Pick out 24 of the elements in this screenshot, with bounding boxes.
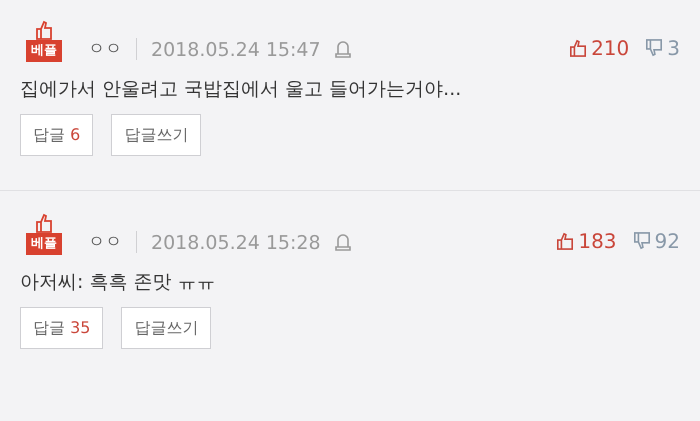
siren-icon[interactable] — [334, 40, 351, 58]
thumbs-up-icon[interactable] — [556, 232, 574, 250]
thumbs-up-icon[interactable] — [569, 39, 588, 57]
thumbs-up-icon — [34, 20, 54, 40]
author-name: ㅇㅇ — [88, 231, 122, 253]
like-count: 210 — [591, 36, 630, 60]
comment-text: 집에가서 안울려고 국밥집에서 울고 들어가는거야... — [20, 77, 462, 102]
comment-text: 아저씨: 흑흑 존맛 ㅠㅠ — [20, 270, 217, 295]
thumbs-down-icon[interactable] — [632, 232, 651, 250]
siren-icon[interactable] — [334, 233, 351, 251]
author-name: ㅇㅇ — [88, 38, 122, 60]
thumbs-up-icon — [34, 213, 54, 233]
thumbs-down-icon[interactable] — [645, 39, 664, 57]
dislike-count: 92 — [654, 229, 680, 253]
comment-date: 2018.05.24 15:47 — [151, 39, 321, 61]
dislike-count: 3 — [667, 36, 680, 60]
write-reply-button[interactable]: 답글쓰기 — [121, 307, 212, 349]
replies-button[interactable]: 답글 6 — [20, 114, 94, 156]
comment-date: 2018.05.24 15:28 — [151, 232, 321, 254]
best-badge: 베플 — [26, 40, 62, 62]
like-count: 183 — [578, 229, 617, 253]
write-reply-button[interactable]: 답글쓰기 — [111, 114, 202, 156]
replies-button[interactable]: 답글 35 — [20, 307, 104, 349]
best-badge: 베플 — [26, 233, 62, 255]
